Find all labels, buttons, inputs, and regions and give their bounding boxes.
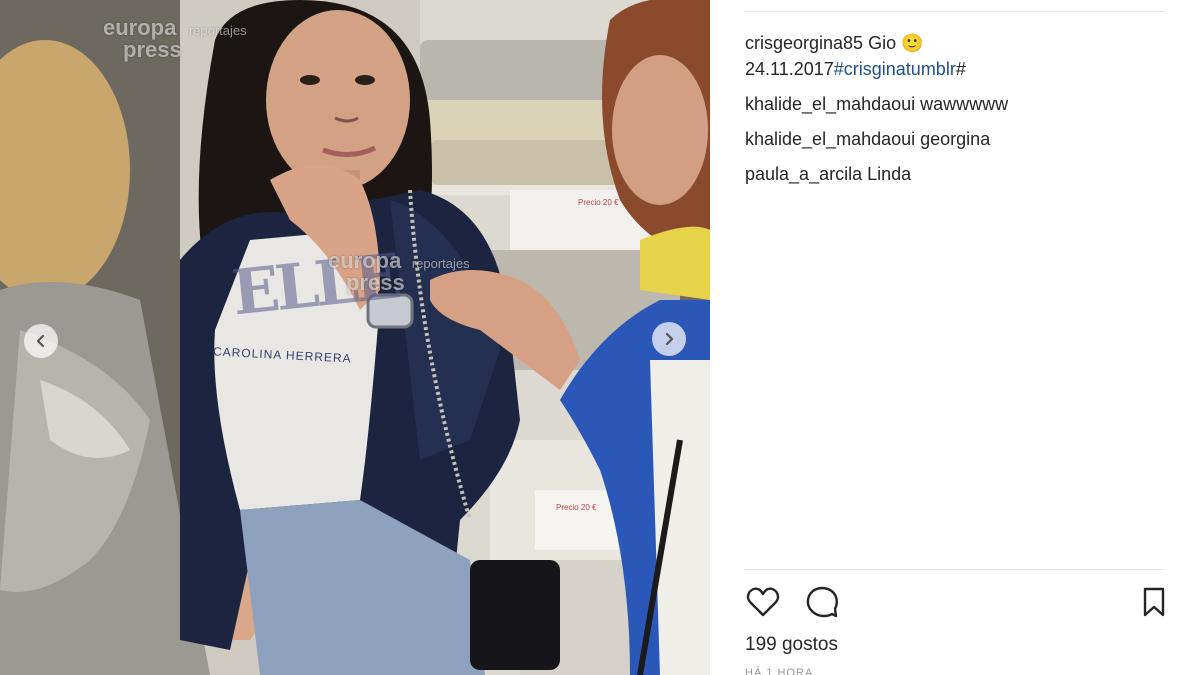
caption-username[interactable]: crisgeorgina85 bbox=[745, 33, 863, 53]
watermark-word-2: press bbox=[123, 37, 182, 62]
price-tag-2: Precio 20 € bbox=[556, 503, 597, 512]
post-side-panel: crisgeorgina85 Gio 🙂 24.11.2017#crisgina… bbox=[710, 0, 1200, 675]
price-tag-1: Precio 20 € bbox=[578, 198, 619, 207]
caption-trailing: # bbox=[955, 59, 966, 79]
comment-username[interactable]: paula_a_arcila bbox=[745, 164, 862, 184]
heart-icon bbox=[746, 587, 780, 617]
post-actions-bar bbox=[744, 583, 1165, 623]
comments-list: crisgeorgina85 Gio 🙂 24.11.2017#crisgina… bbox=[745, 30, 1165, 196]
watermark-word-4: press bbox=[346, 270, 405, 295]
likes-count[interactable]: 199 gostos bbox=[745, 634, 838, 656]
watermark-subtitle-1: reportajes bbox=[188, 23, 247, 38]
caption-hashtag[interactable]: #crisginatumblr bbox=[834, 59, 956, 79]
caption-date: 24.11.2017 bbox=[745, 59, 834, 79]
comment-username[interactable]: khalide_el_mahdaoui bbox=[745, 94, 915, 114]
actions-divider bbox=[744, 569, 1165, 570]
comment-bubble-icon bbox=[806, 586, 838, 618]
comment-username[interactable]: khalide_el_mahdaoui bbox=[745, 129, 915, 149]
comment-text: georgina bbox=[915, 129, 991, 149]
comment-text: wawwwww bbox=[915, 94, 1009, 114]
post-timestamp: HÁ 1 HORA bbox=[745, 667, 814, 675]
carousel-next-button[interactable] bbox=[652, 322, 686, 356]
chevron-right-icon bbox=[665, 332, 674, 346]
photo-illustration bbox=[0, 0, 710, 675]
save-button[interactable] bbox=[1135, 583, 1173, 621]
caption: crisgeorgina85 Gio 🙂 24.11.2017#crisgina… bbox=[745, 30, 1165, 82]
watermark-top: europa reportajes press bbox=[103, 17, 247, 61]
comment-item: khalide_el_mahdaoui wawwwww bbox=[745, 91, 1165, 117]
watermark-subtitle-2: reportajes bbox=[411, 256, 470, 271]
like-button[interactable] bbox=[744, 583, 782, 621]
comment-item: khalide_el_mahdaoui georgina bbox=[745, 126, 1165, 152]
chevron-left-icon bbox=[36, 334, 45, 348]
post-photo: ELLE CAROLINA HERRERA Precio 20 € Precio… bbox=[0, 0, 710, 675]
carousel-prev-button[interactable] bbox=[24, 324, 58, 358]
instagram-post-view: ELLE CAROLINA HERRERA Precio 20 € Precio… bbox=[0, 0, 1200, 675]
top-divider bbox=[744, 11, 1165, 12]
comment-item: paula_a_arcila Linda bbox=[745, 161, 1165, 187]
comment-text: Linda bbox=[862, 164, 912, 184]
watermark-center: europa reportajes press bbox=[328, 250, 470, 294]
comment-button[interactable] bbox=[803, 583, 841, 621]
bookmark-icon bbox=[1143, 587, 1165, 617]
caption-text: Gio 🙂 bbox=[863, 33, 924, 53]
